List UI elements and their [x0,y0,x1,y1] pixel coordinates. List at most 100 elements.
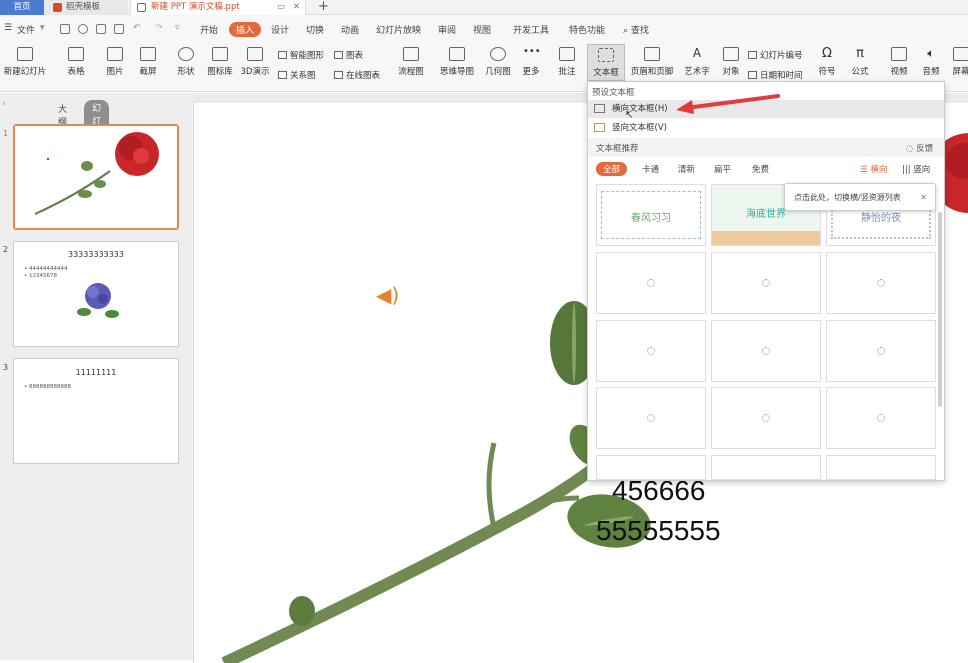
slide-number-button[interactable]: 幻灯片编号 [748,49,803,61]
new-slide-icon [17,47,33,61]
filter-cartoon[interactable]: 卡通 [642,163,659,175]
formula-button[interactable]: π 公式 [848,44,872,77]
template-card-loading[interactable] [826,320,936,382]
template-card-loading[interactable] [596,320,706,382]
menu-review[interactable]: 审阅 [438,23,456,36]
customize-icon[interactable]: ▿ [175,23,180,33]
video-button[interactable]: 视频 [887,44,911,77]
search-button[interactable]: ⌕ 查找 [623,23,649,36]
filter-free[interactable]: 免费 [752,163,769,175]
tab-document[interactable]: 新建 PPT 演示文稿.ppt ▭ ✕ [130,0,306,15]
hamburger-icon[interactable]: ☰ [4,23,12,33]
smart-shape-button[interactable]: 智能图形 [278,49,324,61]
symbol-button[interactable]: Ω 符号 [815,44,839,77]
horizontal-textbox-item[interactable]: 横向文本框(H) [588,100,944,118]
new-slide-button[interactable]: 新建幻灯片 [0,44,50,77]
chevron-down-icon[interactable]: ▾ [40,23,45,33]
datetime-button[interactable]: 日期和时间 [748,69,803,81]
collapse-panel-icon[interactable]: ‹ [2,99,6,109]
undo-icon[interactable]: ↶ [133,23,141,33]
slide-thumbnail-3[interactable]: 11111111 • 888888888888 [13,358,179,464]
menu-start[interactable]: 开始 [200,23,218,36]
horizontal-textbox-label: 横向文本框(H) [612,104,668,114]
template-card-loading[interactable] [711,252,821,314]
tab-templates[interactable]: 稻壳模板 [44,0,128,15]
comment-button[interactable]: 批注 [555,44,579,77]
audio-button[interactable]: 🔈︎ 音频 [919,44,943,77]
textbox-label: 文本框 [593,68,619,78]
print-icon[interactable] [96,24,106,34]
relation-icon [278,71,287,79]
online-chart-icon [334,71,343,79]
flowchart-button[interactable]: 流程图 [395,44,427,77]
share-icon[interactable] [78,24,88,34]
template-card-loading[interactable] [596,252,706,314]
menu-animation[interactable]: 动画 [341,23,359,36]
geometry-button[interactable]: 几何图 [484,44,512,77]
screen-button[interactable]: 屏幕 [949,44,968,77]
vertical-textbox-item[interactable]: 竖向文本框(V) [588,119,944,137]
wordart-button[interactable]: A 艺术字 [681,44,713,77]
orient-vertical-button[interactable]: ||| 竖向 [902,163,930,175]
vertical-lines-icon: ||| [902,165,911,175]
relation-button[interactable]: 关系图 [278,69,316,81]
table-button[interactable]: 表格 [62,44,90,77]
template-card-loading[interactable] [826,455,936,480]
header-footer-icon [644,47,660,61]
more-button[interactable]: ••• 更多 [519,44,543,78]
template-card-loading[interactable] [596,387,706,449]
redo-icon[interactable]: ↷ [155,23,163,33]
thumb-title: 33333333333 [68,250,124,259]
save-icon[interactable] [60,24,70,34]
menu-features[interactable]: 特色功能 [569,23,605,36]
tab-home[interactable]: 首页 [0,0,44,15]
template-card-loading[interactable] [596,455,706,480]
object-button[interactable]: 对象 [720,44,742,77]
menu-transition[interactable]: 切换 [306,23,324,36]
slide-thumbnail-1[interactable] [13,124,179,230]
mindmap-button[interactable]: 思维导图 [436,44,478,77]
header-footer-button[interactable]: 页眉和页脚 [630,44,674,77]
close-tooltip-icon[interactable]: ✕ [920,184,927,212]
template-card-loading[interactable] [711,455,821,480]
picture-button[interactable]: 图片 [101,44,129,77]
icon-library-icon [212,47,228,61]
dropdown-scrollbar[interactable] [938,212,942,407]
template-card-loading[interactable] [826,252,936,314]
template-card-loading[interactable] [711,387,821,449]
shape-button[interactable]: 形状 [172,44,200,77]
feedback-button[interactable]: ◌ 反馈 [906,142,933,154]
mindmap-label: 思维导图 [439,67,474,77]
filter-all[interactable]: 全部 [596,162,628,176]
thumb-title: 11111111 [75,368,117,377]
online-chart-button[interactable]: 在线图表 [334,69,380,81]
audio-speaker-icon[interactable]: ◀︎) [376,283,399,307]
orient-horizontal-button[interactable]: ☰ 横向 [860,163,887,175]
icon-library-button[interactable]: 图标库 [205,44,235,77]
chart-button[interactable]: 图表 [334,49,363,61]
menu-view[interactable]: 视图 [473,23,491,36]
orient-vertical-label: 竖向 [913,165,931,175]
loading-spinner-icon [762,414,770,422]
textbox-button[interactable]: 文本框 [587,44,625,81]
close-tab-icon[interactable]: ✕ [293,0,300,15]
preview-icon[interactable] [114,24,124,34]
screenshot-button[interactable]: 截屏 [134,44,162,77]
filter-flat[interactable]: 扁平 [714,163,731,175]
slide-text-line-2[interactable]: 55555555 [596,515,721,547]
slide-number: 1 [3,129,9,138]
menu-insert[interactable]: 插入 [229,22,262,37]
filter-fresh[interactable]: 清新 [678,163,695,175]
menu-slideshow[interactable]: 幻灯片放映 [376,23,421,36]
demo3d-button[interactable]: 3D演示 [240,44,270,77]
menu-design[interactable]: 设计 [271,23,289,36]
slide-thumbnail-2[interactable]: 33333333333 • 44444444444 • 12345678 [13,241,179,347]
minimize-tab-icon[interactable]: ▭ [277,0,285,15]
template-card-loading[interactable] [826,387,936,449]
new-tab-icon[interactable]: + [318,0,329,14]
menu-file[interactable]: 文件 [17,23,35,36]
vertical-textbox-label: 竖向文本框(V) [612,123,667,133]
template-card-loading[interactable] [711,320,821,382]
template-card[interactable]: 春风习习 [596,184,706,246]
menu-developer[interactable]: 开发工具 [513,23,549,36]
